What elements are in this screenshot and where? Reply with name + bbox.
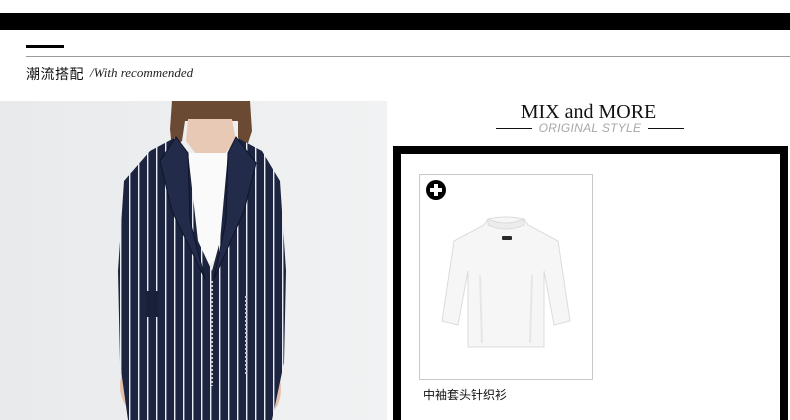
product-image[interactable] (420, 175, 592, 379)
mix-subtitle-line-right (648, 128, 684, 129)
product-name[interactable]: 中袖套头针织衫 (423, 386, 507, 403)
section-accent-rule (26, 45, 64, 48)
plus-circle-icon[interactable] (426, 180, 446, 200)
mix-subtitle: ORIGINAL STYLE (538, 121, 642, 135)
product-card[interactable] (419, 174, 593, 380)
model-photo (0, 101, 387, 420)
section-subtitle: /With recommended (90, 65, 194, 80)
section-title: 潮流搭配 (26, 67, 84, 83)
section-divider (26, 56, 790, 57)
mix-subtitle-line-left (496, 128, 532, 129)
top-bar (0, 13, 790, 30)
model-illustration (0, 101, 387, 420)
